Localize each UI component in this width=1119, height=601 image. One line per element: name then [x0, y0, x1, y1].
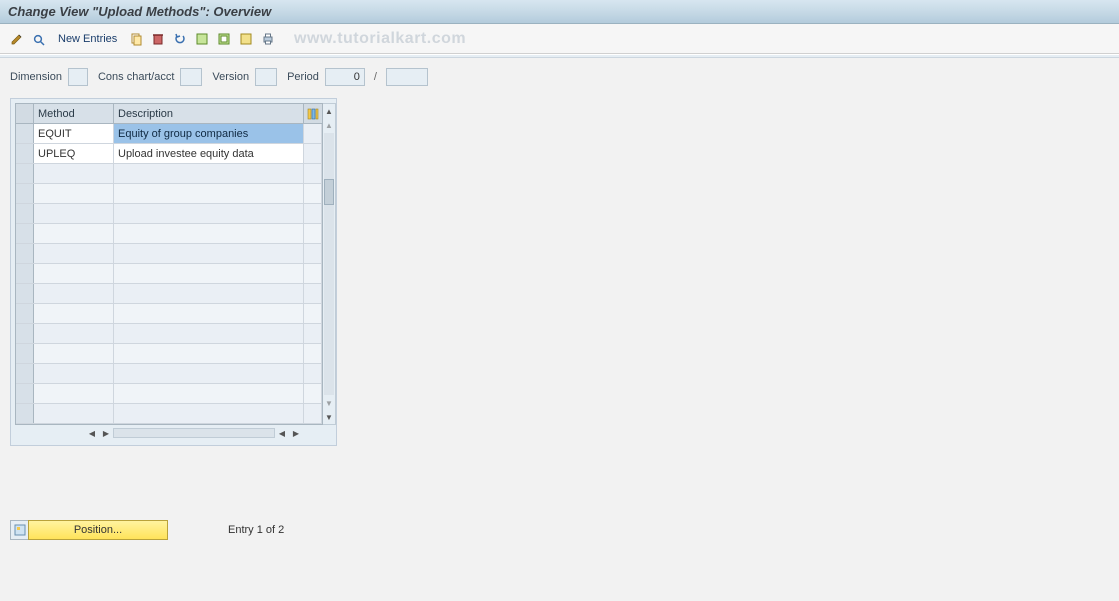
- period-separator: /: [374, 71, 377, 83]
- position-icon[interactable]: [10, 520, 28, 540]
- watermark-text: www.tutorialkart.com: [294, 30, 466, 48]
- scroll-up-icon[interactable]: ▲: [323, 104, 335, 118]
- position-button[interactable]: Position...: [28, 520, 168, 540]
- vertical-scrollbar[interactable]: ▲ ▲ ▼ ▼: [323, 103, 336, 425]
- grid-header: Method Description: [16, 104, 322, 124]
- header-description[interactable]: Description: [114, 104, 304, 123]
- hscroll-right-icon[interactable]: ▶: [99, 426, 113, 440]
- deselect-all-icon[interactable]: [237, 30, 255, 48]
- select-block-icon[interactable]: [215, 30, 233, 48]
- row-end: [304, 124, 322, 143]
- row-selector[interactable]: [16, 124, 34, 143]
- display-change-toggle-icon[interactable]: [8, 30, 26, 48]
- hscroll-left-icon[interactable]: ◀: [275, 426, 289, 440]
- version-group: Version: [212, 68, 277, 86]
- table-row-empty[interactable]: [16, 364, 322, 384]
- table-row-empty[interactable]: [16, 344, 322, 364]
- copy-as-icon[interactable]: [127, 30, 145, 48]
- hscroll-right-icon[interactable]: ▶: [289, 426, 303, 440]
- cons-chart-group: Cons chart/acct: [98, 68, 202, 86]
- table-row-empty[interactable]: [16, 324, 322, 344]
- vscroll-track[interactable]: [324, 133, 334, 395]
- configure-columns-icon[interactable]: [304, 104, 322, 123]
- table-row-empty[interactable]: [16, 224, 322, 244]
- entry-count-text: Entry 1 of 2: [228, 524, 284, 536]
- scroll-up-icon[interactable]: ▲: [323, 118, 335, 132]
- cons-chart-label: Cons chart/acct: [98, 71, 174, 83]
- scroll-down-icon[interactable]: ▼: [323, 396, 335, 410]
- cell-method[interactable]: EQUIT: [34, 124, 114, 143]
- version-field[interactable]: [255, 68, 277, 86]
- print-icon[interactable]: [259, 30, 277, 48]
- new-entries-button[interactable]: New Entries: [58, 33, 117, 45]
- table-row-empty[interactable]: [16, 244, 322, 264]
- delete-icon[interactable]: [149, 30, 167, 48]
- table-row[interactable]: UPLEQ Upload investee equity data: [16, 144, 322, 164]
- period-year-field[interactable]: [386, 68, 428, 86]
- cons-chart-field[interactable]: [180, 68, 202, 86]
- methods-grid: Method Description EQUIT Equity of group…: [15, 103, 323, 425]
- cell-description[interactable]: Upload investee equity data: [114, 144, 304, 163]
- other-view-icon[interactable]: [30, 30, 48, 48]
- vscroll-thumb[interactable]: [324, 179, 334, 205]
- cell-method[interactable]: UPLEQ: [34, 144, 114, 163]
- table-row[interactable]: EQUIT Equity of group companies: [16, 124, 322, 144]
- table-row-empty[interactable]: [16, 404, 322, 424]
- table-row-empty[interactable]: [16, 164, 322, 184]
- version-label: Version: [212, 71, 249, 83]
- footer-row: Position... Entry 1 of 2: [10, 520, 284, 540]
- page-title: Change View "Upload Methods": Overview: [8, 4, 271, 19]
- row-end: [304, 144, 322, 163]
- table-row-empty[interactable]: [16, 284, 322, 304]
- scroll-down-icon[interactable]: ▼: [323, 410, 335, 424]
- hscroll-track[interactable]: [113, 428, 275, 438]
- period-label: Period: [287, 71, 319, 83]
- table-row-empty[interactable]: [16, 264, 322, 284]
- table-row-empty[interactable]: [16, 384, 322, 404]
- row-selector[interactable]: [16, 144, 34, 163]
- header-select-column[interactable]: [16, 104, 34, 123]
- header-method[interactable]: Method: [34, 104, 114, 123]
- position-button-group: Position...: [10, 520, 168, 540]
- parameter-row: Dimension Cons chart/acct Version Period…: [0, 58, 1119, 92]
- toolbar: New Entries www.tutorialkart.com: [0, 24, 1119, 54]
- table-row-empty[interactable]: [16, 184, 322, 204]
- select-all-icon[interactable]: [193, 30, 211, 48]
- table-row-empty[interactable]: [16, 204, 322, 224]
- cell-description[interactable]: Equity of group companies: [114, 124, 304, 143]
- hscroll-left-icon[interactable]: ◀: [85, 426, 99, 440]
- dimension-field[interactable]: [68, 68, 88, 86]
- period-group: Period 0 /: [287, 68, 428, 86]
- dimension-label: Dimension: [10, 71, 62, 83]
- undo-icon[interactable]: [171, 30, 189, 48]
- period-field[interactable]: 0: [325, 68, 365, 86]
- table-row-empty[interactable]: [16, 304, 322, 324]
- dimension-group: Dimension: [10, 68, 88, 86]
- title-bar: Change View "Upload Methods": Overview: [0, 0, 1119, 24]
- horizontal-scrollbar[interactable]: ◀ ▶ ◀ ▶: [15, 425, 332, 441]
- table-container: Method Description EQUIT Equity of group…: [10, 98, 337, 446]
